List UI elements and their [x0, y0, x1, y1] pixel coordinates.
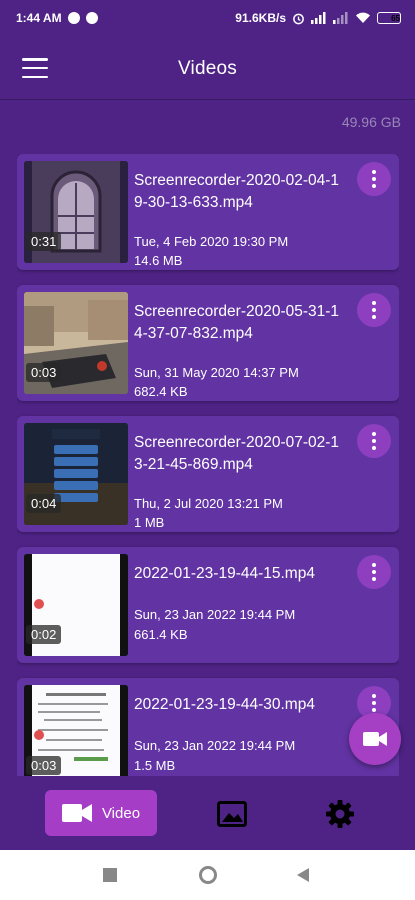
- nav-gallery-tab[interactable]: [216, 800, 248, 828]
- video-thumbnail[interactable]: 0:03: [24, 292, 128, 394]
- nav-video-tab[interactable]: Video: [45, 790, 157, 836]
- video-date: Sun, 23 Jan 2022 19:44 PM: [134, 607, 296, 622]
- video-thumbnail[interactable]: 0:04: [24, 423, 128, 525]
- status-right: 91.6KB/s 65: [235, 11, 401, 25]
- nav-settings-tab[interactable]: [324, 798, 356, 830]
- video-name: 2022-01-23-19-44-15.mp4: [134, 565, 315, 582]
- video-size: 661.4 KB: [134, 627, 188, 642]
- more-vert-icon: [372, 694, 376, 698]
- video-duration: 0:31: [26, 232, 62, 251]
- more-vert-icon: [372, 170, 376, 174]
- wifi-icon: [355, 12, 371, 24]
- more-vert-icon: [372, 563, 376, 567]
- video-card[interactable]: 0:04 Screenrecorder-2020-07-02-13-21-45-…: [17, 416, 399, 532]
- battery-icon: 65: [377, 12, 401, 24]
- notification-icon-2: [85, 12, 98, 24]
- videocam-icon: [61, 804, 92, 822]
- videocam-icon: [363, 732, 387, 746]
- storage-free-label: 49.96 GB: [341, 114, 401, 130]
- video-size: 1.5 MB: [134, 758, 176, 773]
- status-left: 1:44 AM: [16, 11, 98, 25]
- back-button[interactable]: [296, 867, 310, 888]
- video-list[interactable]: 0:31 Screenrecorder-2020-02-04-19-30-13-…: [17, 154, 399, 776]
- notification-icon: [67, 12, 80, 24]
- system-navigation-bar: [0, 850, 415, 900]
- image-icon: [217, 801, 247, 827]
- video-date: Sun, 31 May 2020 14:37 PM: [134, 365, 299, 380]
- more-vert-icon: [372, 432, 376, 436]
- video-thumbnail[interactable]: 0:02: [24, 554, 128, 656]
- video-size: 682.4 KB: [134, 384, 188, 399]
- more-vert-icon: [372, 301, 376, 305]
- recents-button[interactable]: [103, 868, 117, 882]
- network-speed: 91.6KB/s: [235, 11, 286, 25]
- video-card[interactable]: 0:03 Screenrecorder-2020-05-31-14-37-07-…: [17, 285, 399, 401]
- page-title: Videos: [178, 58, 237, 79]
- video-name: 2022-01-23-19-44-30.mp4: [134, 696, 315, 713]
- status-bar: 1:44 AM 91.6KB/s 65: [0, 0, 415, 36]
- app-bar: Videos: [0, 36, 415, 100]
- more-options-button[interactable]: [357, 162, 391, 196]
- more-options-button[interactable]: [357, 555, 391, 589]
- video-duration: 0:02: [26, 625, 62, 644]
- record-fab[interactable]: [349, 713, 401, 765]
- video-name: Screenrecorder-2020-05-31-14-37-07-832.m…: [134, 303, 340, 342]
- video-thumbnail[interactable]: 0:31: [24, 161, 128, 263]
- video-name: Screenrecorder-2020-02-04-19-30-13-633.m…: [134, 172, 340, 211]
- video-duration: 0:04: [26, 494, 62, 513]
- alarm-icon: [292, 12, 305, 25]
- more-options-button[interactable]: [357, 424, 391, 458]
- nav-video-label: Video: [101, 804, 141, 822]
- back-icon: [297, 868, 309, 882]
- video-duration: 0:03: [26, 363, 62, 382]
- gear-icon: [326, 800, 354, 828]
- video-card[interactable]: 0:02 2022-01-23-19-44-15.mp4 Sun, 23 Jan…: [17, 547, 399, 663]
- home-button[interactable]: [199, 866, 217, 884]
- video-size: 14.6 MB: [134, 253, 183, 268]
- signal-icon-2: [333, 12, 349, 24]
- video-duration: 0:03: [26, 756, 62, 775]
- video-date: Sun, 23 Jan 2022 19:44 PM: [134, 738, 296, 753]
- video-date: Tue, 4 Feb 2020 19:30 PM: [134, 234, 289, 249]
- video-thumbnail[interactable]: 0:03: [24, 685, 128, 776]
- video-name: Screenrecorder-2020-07-02-13-21-45-869.m…: [134, 434, 340, 473]
- video-card[interactable]: 0:03 2022-01-23-19-44-30.mp4 Sun, 23 Jan…: [17, 678, 399, 776]
- signal-icon: [311, 12, 327, 24]
- video-size: 1 MB: [134, 515, 165, 530]
- status-time: 1:44 AM: [16, 11, 62, 25]
- battery-level: 65: [391, 13, 400, 23]
- bottom-navigation: Video: [0, 776, 415, 850]
- video-date: Thu, 2 Jul 2020 13:21 PM: [134, 496, 283, 511]
- more-options-button[interactable]: [357, 293, 391, 327]
- video-card[interactable]: 0:31 Screenrecorder-2020-02-04-19-30-13-…: [17, 154, 399, 270]
